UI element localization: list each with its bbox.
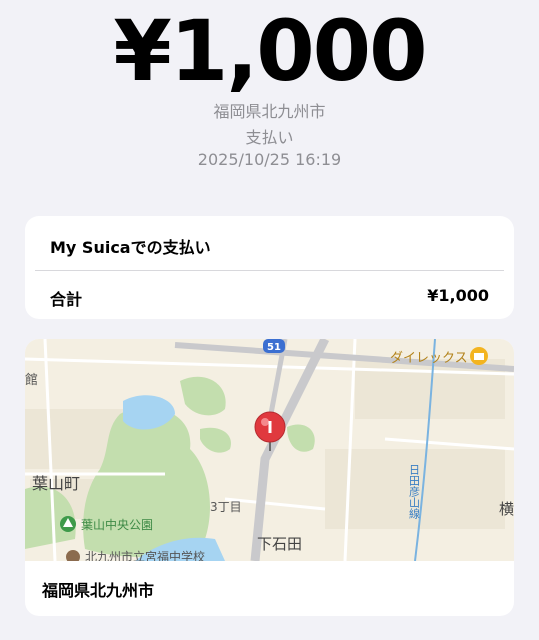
payment-location: 福岡県北九州市	[213, 102, 326, 121]
payment-amount: ¥1,000	[113, 2, 427, 100]
location-map[interactable]: 51 ダイレックス 館 葉山町 葉山中央公園 北九州市立宮福中学校 3丁目 下石…	[25, 339, 514, 561]
map-label-hayama: 葉山町	[32, 474, 80, 493]
park-icon	[60, 516, 76, 532]
payment-details-card: My Suicaでの支払い 合計 ¥1,000	[25, 216, 514, 319]
map-label-chome: 3丁目	[210, 500, 242, 514]
total-value: ¥1,000	[427, 286, 489, 305]
map-label-kan: 館	[25, 373, 38, 388]
shopping-bag-icon	[470, 347, 488, 365]
payment-type: 支払い	[245, 128, 294, 147]
route-label: 51	[267, 342, 281, 353]
map-label-park: 葉山中央公園	[81, 517, 153, 532]
location-footer-label: 福岡県北九州市	[42, 581, 155, 600]
map-label-yoko: 横	[499, 500, 514, 518]
map-label-line: 日田彦山線	[408, 464, 421, 519]
total-label: 合計	[50, 290, 83, 309]
map-label-shimoishida: 下石田	[257, 535, 302, 553]
route-badge: 51	[263, 339, 285, 353]
payment-method-title: My Suicaでの支払い	[50, 238, 211, 257]
map-label-store: ダイレックス	[390, 351, 468, 366]
payment-datetime: 2025/10/25 16:19	[197, 150, 342, 169]
location-card[interactable]: 51 ダイレックス 館 葉山町 葉山中央公園 北九州市立宮福中学校 3丁目 下石…	[25, 339, 514, 616]
map-label-school: 北九州市立宮福中学校	[85, 549, 205, 561]
divider	[35, 270, 504, 271]
